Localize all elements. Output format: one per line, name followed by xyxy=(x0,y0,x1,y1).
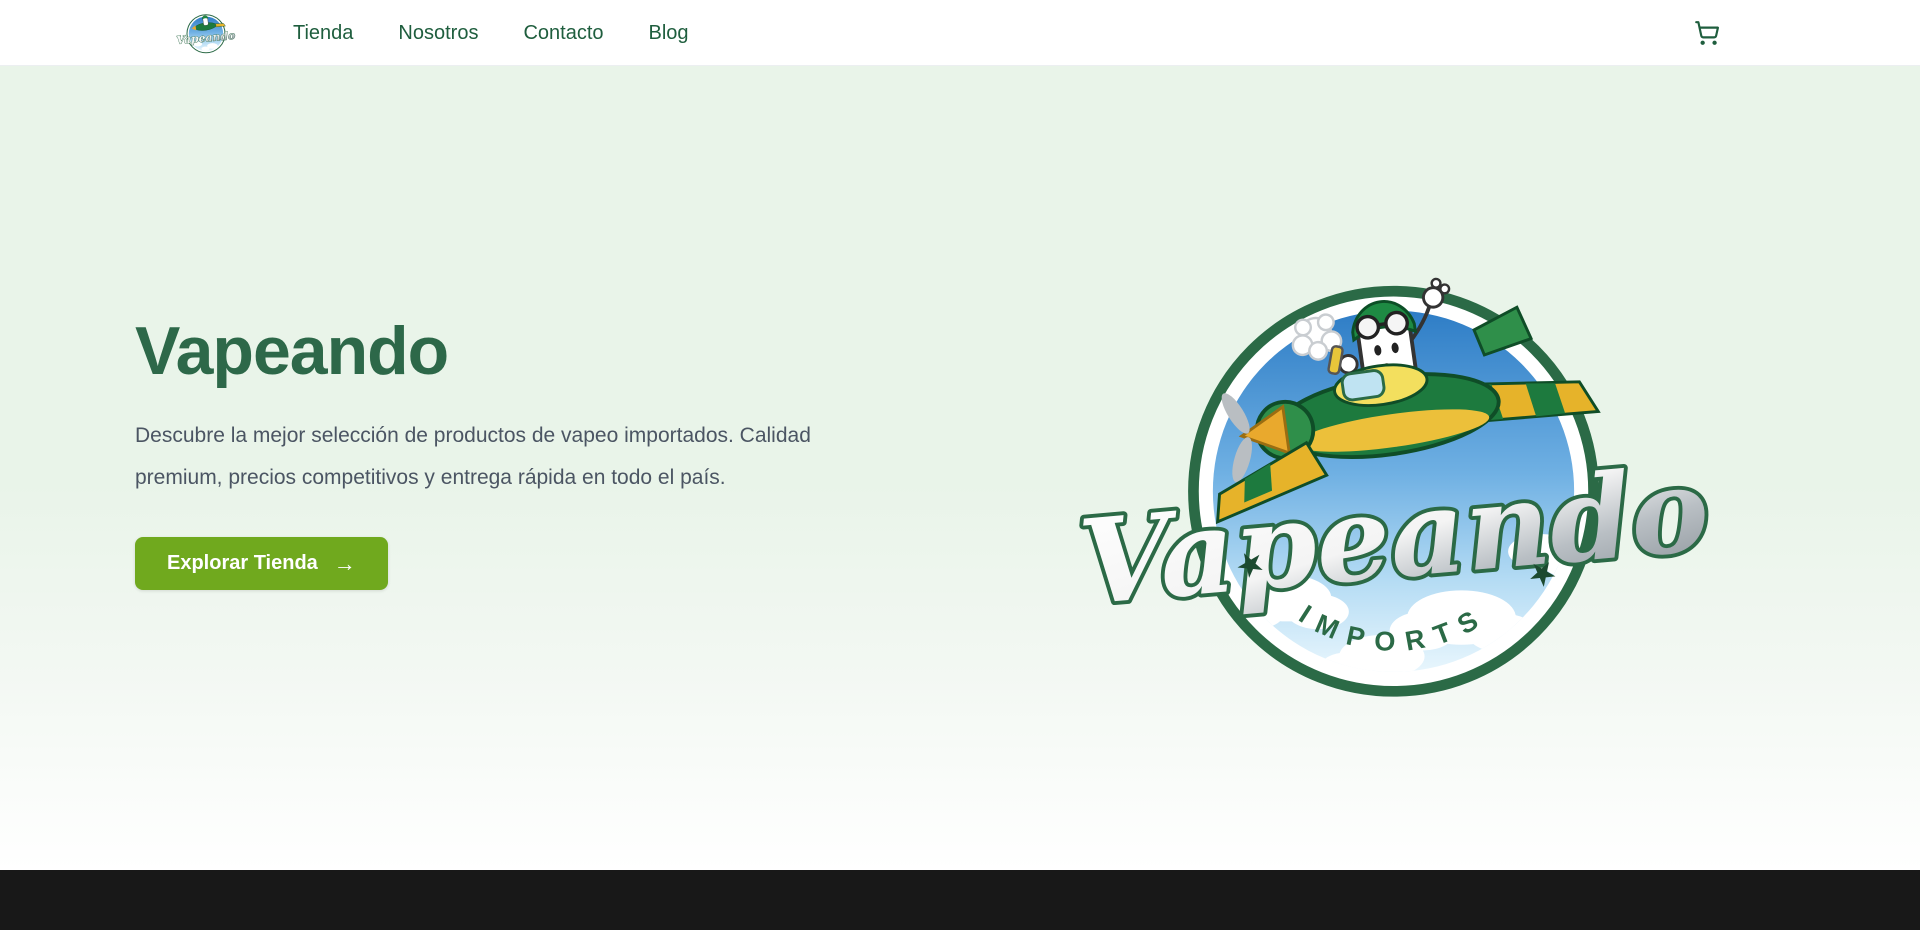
hero-description: Descubre la mejor selección de productos… xyxy=(135,415,887,499)
hero-title: Vapeando xyxy=(135,316,915,387)
cart-icon xyxy=(1694,20,1720,46)
nav-link-tienda[interactable]: Tienda xyxy=(293,0,353,66)
nav-link-blog[interactable]: Blog xyxy=(649,0,689,66)
hero-copy: Vapeando Descubre la mejor selección de … xyxy=(135,316,915,590)
brand-badge: Vapeando ★ ★ IMPORTS xyxy=(1141,231,1646,736)
arrow-right-icon: → xyxy=(334,553,356,575)
navbar-left: Vapeando Tienda Nosotros Contacto Blog xyxy=(182,0,689,66)
hero-section: Vapeando Descubre la mejor selección de … xyxy=(0,66,1920,870)
main-nav: Tienda Nosotros Contacto Blog xyxy=(293,0,689,66)
brand-logo-icon: Vapeando xyxy=(182,9,230,57)
navbar-inner: Vapeando Tienda Nosotros Contacto Blog xyxy=(0,0,1920,66)
explore-store-label: Explorar Tienda xyxy=(167,552,318,575)
nav-link-nosotros[interactable]: Nosotros xyxy=(398,0,478,66)
nav-link-contacto[interactable]: Contacto xyxy=(523,0,603,66)
badge-brand-text: Vapeando xyxy=(1074,441,1714,631)
footer xyxy=(0,870,1920,930)
cart-button[interactable] xyxy=(1690,16,1724,50)
navbar: Vapeando Tienda Nosotros Contacto Blog xyxy=(0,0,1920,66)
explore-store-button[interactable]: Explorar Tienda → xyxy=(135,537,388,590)
brand-badge-illustration: Vapeando ★ ★ IMPORTS xyxy=(1141,231,1646,736)
brand-logo[interactable]: Vapeando xyxy=(182,9,230,57)
mini-brand-text: Vapeando xyxy=(176,28,236,46)
